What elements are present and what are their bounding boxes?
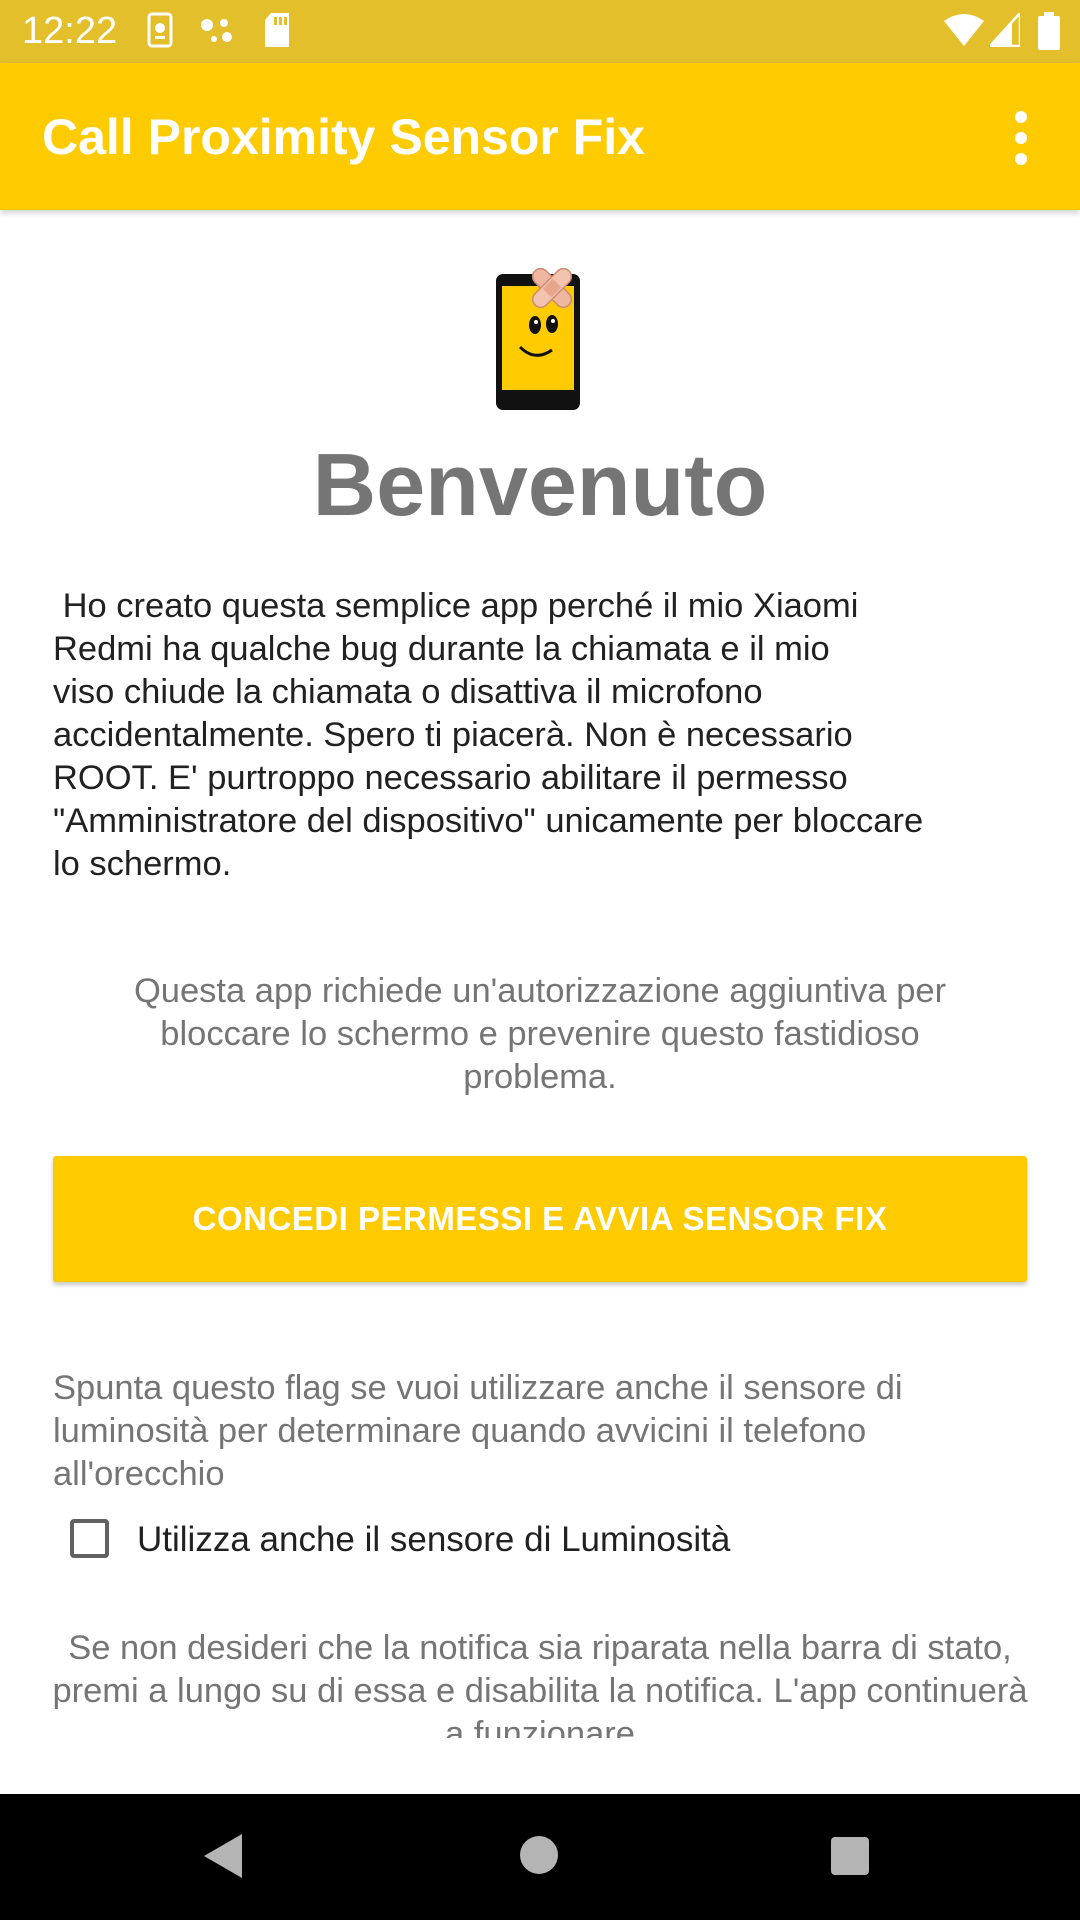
grant-permissions-button[interactable]: CONCEDI PERMESSI E AVVIA SENSOR FIX xyxy=(53,1156,1027,1282)
cell-signal-icon xyxy=(990,13,1020,47)
status-bar: 12:22 xyxy=(0,0,1080,63)
wifi-icon xyxy=(944,14,984,46)
assistant-dots-icon xyxy=(201,19,232,42)
app-title: Call Proximity Sensor Fix xyxy=(42,109,645,165)
battery-icon xyxy=(1038,12,1060,50)
recents-icon[interactable] xyxy=(831,1837,869,1875)
navigation-bar xyxy=(0,1794,1080,1920)
app-notification-icon xyxy=(147,12,173,48)
welcome-title: Benvenuto xyxy=(312,435,768,534)
back-icon[interactable] xyxy=(204,1834,242,1878)
overflow-menu-icon[interactable] xyxy=(1000,105,1044,171)
phone-smiley-bandage-icon xyxy=(496,267,580,410)
status-time: 12:22 xyxy=(22,10,118,52)
intro-text: Ho creato questa semplice app perché il … xyxy=(53,587,924,883)
home-icon[interactable] xyxy=(520,1836,558,1874)
main-content: Benvenuto Ho creato questa semplice app … xyxy=(0,210,1080,1738)
app-bar: Call Proximity Sensor Fix xyxy=(0,63,1080,210)
sd-card-icon xyxy=(265,13,289,47)
light-sensor-note: Spunta questo flag se vuoi utilizzare an… xyxy=(53,1369,903,1493)
notification-note: Se non desideri che la notifica sia ripa… xyxy=(52,1629,1028,1738)
light-sensor-checkbox-label[interactable]: Utilizza anche il sensore di Luminosità xyxy=(137,1515,730,1565)
light-sensor-checkbox[interactable] xyxy=(70,1519,109,1558)
permission-note: Questa app richiede un'autorizzazione ag… xyxy=(133,972,947,1096)
